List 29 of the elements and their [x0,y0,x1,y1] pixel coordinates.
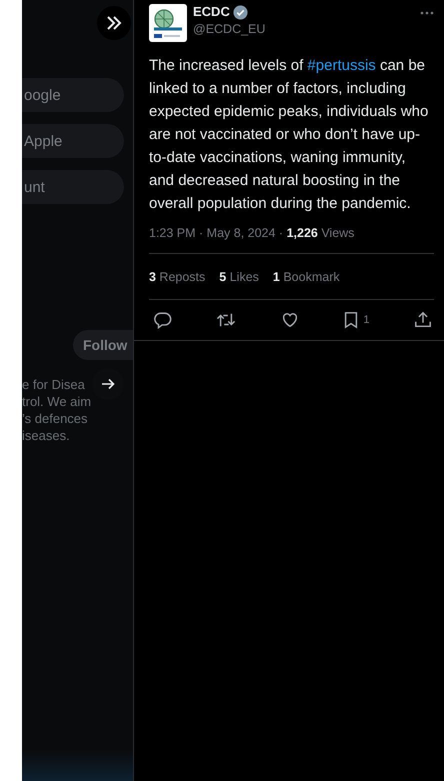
double-chevron-icon [105,14,123,32]
logo-icon [149,4,187,42]
bio-text: ’s defences [22,410,89,427]
more-icon[interactable] [420,11,434,15]
login-button[interactable]: Apple [22,124,124,158]
account-handle[interactable]: @ECDC_EU [193,20,414,38]
tweet-text: The increased levels of #pertussis can be linked to a number of factors, including expected epidemic peaks, individuals who are not vaccinated or who don’t have up-to-date vaccinations, waning immunity, and decreased natural boosting in the overall population during the pandemic. [149,56,430,214]
expand-button[interactable] [97,6,131,40]
stat-link[interactable]: 1 Bookmark [272,270,340,284]
share-icon[interactable] [414,311,432,329]
view-count: 1,226 [286,226,318,240]
hashtag-link[interactable]: #pertussis [307,57,376,74]
post-time: 1:23 PM · May 8, 2024 · [149,226,284,240]
heart-icon[interactable] [280,311,299,329]
reply-icon[interactable] [154,311,172,329]
follow-button[interactable]: Follow [73,330,133,360]
views-label: Views [320,226,354,240]
bio-text: e for Disea [22,376,86,393]
bookmark-count: 1 [363,314,370,326]
bookmark-icon[interactable] [343,311,360,329]
login-button[interactable]: unt [22,170,124,204]
bio-text: trol. We aim [22,393,92,410]
login-button[interactable]: oogle [22,78,124,112]
stat-link[interactable]: 3 Reposts [149,270,206,284]
bio-text: iseases. [22,427,71,444]
stat-link[interactable]: 5 Likes [219,270,259,284]
arrow-right-icon [100,376,116,392]
account-name[interactable]: ECDC [193,4,230,20]
repost-icon[interactable] [216,311,236,329]
